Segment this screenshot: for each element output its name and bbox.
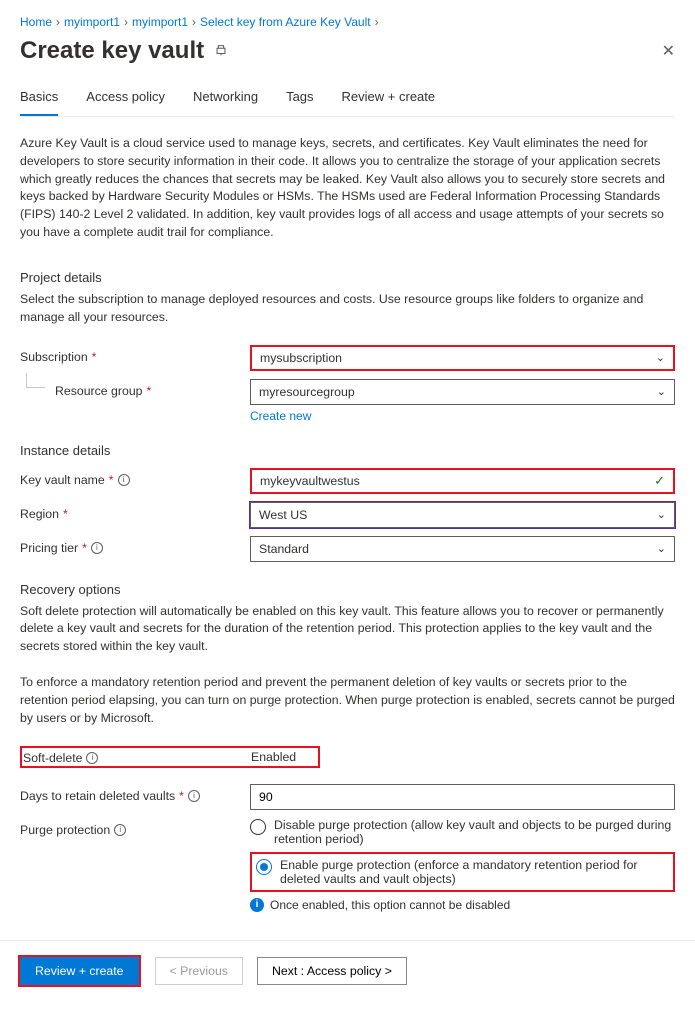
keyvault-name-input[interactable]: mykeyvaultwestus ✓ xyxy=(250,468,675,494)
chevron-right-icon: › xyxy=(192,15,196,29)
chevron-down-icon: ⌄ xyxy=(657,508,666,521)
breadcrumb-home[interactable]: Home xyxy=(20,15,52,29)
required-icon: * xyxy=(92,350,97,364)
retain-days-value[interactable] xyxy=(259,790,666,804)
required-icon: * xyxy=(63,507,68,521)
purge-disable-radio[interactable]: Disable purge protection (allow key vaul… xyxy=(250,818,675,846)
info-icon: i xyxy=(250,898,264,912)
tab-networking[interactable]: Networking xyxy=(193,83,258,116)
subscription-value: mysubscription xyxy=(260,351,342,365)
retain-days-label: Days to retain deleted vaults xyxy=(20,789,175,803)
soft-delete-value: Enabled xyxy=(251,750,296,764)
close-icon[interactable]: ✕ xyxy=(662,41,675,61)
chevron-down-icon: ⌄ xyxy=(657,542,666,555)
page-title: Create key vault xyxy=(20,37,204,65)
chevron-right-icon: › xyxy=(124,15,128,29)
section-recovery-options: Recovery options xyxy=(20,582,675,597)
chevron-down-icon: ⌄ xyxy=(657,385,666,398)
tabs: Basics Access policy Networking Tags Rev… xyxy=(20,83,675,117)
chevron-right-icon: › xyxy=(375,15,379,29)
info-icon[interactable]: i xyxy=(188,790,200,802)
radio-icon xyxy=(250,819,266,835)
breadcrumb-item[interactable]: Select key from Azure Key Vault xyxy=(200,15,371,29)
retain-days-input[interactable] xyxy=(250,784,675,810)
previous-button[interactable]: < Previous xyxy=(155,957,243,985)
tab-tags[interactable]: Tags xyxy=(286,83,313,116)
project-sub: Select the subscription to manage deploy… xyxy=(20,291,675,327)
region-value: West US xyxy=(259,508,307,522)
breadcrumb-item[interactable]: myimport1 xyxy=(64,15,120,29)
radio-icon xyxy=(256,859,272,875)
pricing-tier-dropdown[interactable]: Standard ⌄ xyxy=(250,536,675,562)
section-instance-details: Instance details xyxy=(20,443,675,458)
check-icon: ✓ xyxy=(654,473,665,489)
subscription-dropdown[interactable]: mysubscription ⌄ xyxy=(250,345,675,371)
region-dropdown[interactable]: West US ⌄ xyxy=(250,502,675,528)
required-icon: * xyxy=(147,384,152,398)
purge-enable-radio[interactable]: Enable purge protection (enforce a manda… xyxy=(250,852,675,892)
info-icon[interactable]: i xyxy=(114,824,126,836)
keyvault-name-label: Key vault name xyxy=(20,473,105,487)
pricing-tier-label: Pricing tier xyxy=(20,541,78,555)
recovery-p2: To enforce a mandatory retention period … xyxy=(20,674,675,727)
tab-review-create[interactable]: Review + create xyxy=(342,83,436,116)
chevron-down-icon: ⌄ xyxy=(656,351,665,364)
create-new-link[interactable]: Create new xyxy=(250,409,311,423)
resource-group-label: Resource group xyxy=(55,384,143,398)
required-icon: * xyxy=(109,473,114,487)
pricing-tier-value: Standard xyxy=(259,542,309,556)
purge-info-text: Once enabled, this option cannot be disa… xyxy=(270,898,510,912)
info-icon[interactable]: i xyxy=(118,474,130,486)
resource-group-dropdown[interactable]: myresourcegroup ⌄ xyxy=(250,379,675,405)
breadcrumb: Home › myimport1 › myimport1 › Select ke… xyxy=(20,15,675,29)
info-icon[interactable]: i xyxy=(86,752,98,764)
purge-enable-text: Enable purge protection (enforce a manda… xyxy=(280,858,669,886)
section-project-details: Project details xyxy=(20,270,675,285)
next-button[interactable]: Next : Access policy > xyxy=(257,957,407,985)
tab-basics[interactable]: Basics xyxy=(20,83,58,116)
region-label: Region xyxy=(20,507,59,521)
keyvault-name-value: mykeyvaultwestus xyxy=(260,474,360,488)
purge-disable-text: Disable purge protection (allow key vaul… xyxy=(274,818,675,846)
resource-group-value: myresourcegroup xyxy=(259,385,355,399)
subscription-label: Subscription xyxy=(20,350,88,364)
soft-delete-label: Soft-delete xyxy=(23,751,82,765)
breadcrumb-item[interactable]: myimport1 xyxy=(132,15,188,29)
required-icon: * xyxy=(179,789,184,803)
chevron-right-icon: › xyxy=(56,15,60,29)
purge-protection-label: Purge protection xyxy=(20,823,110,837)
recovery-p1: Soft delete protection will automaticall… xyxy=(20,603,675,656)
footer: Review + create < Previous Next : Access… xyxy=(0,940,695,1001)
info-icon[interactable]: i xyxy=(91,542,103,554)
pin-icon[interactable] xyxy=(214,43,228,60)
tab-access-policy[interactable]: Access policy xyxy=(86,83,165,116)
review-create-button[interactable]: Review + create xyxy=(20,957,139,985)
required-icon: * xyxy=(82,541,87,555)
intro-text: Azure Key Vault is a cloud service used … xyxy=(20,135,675,242)
